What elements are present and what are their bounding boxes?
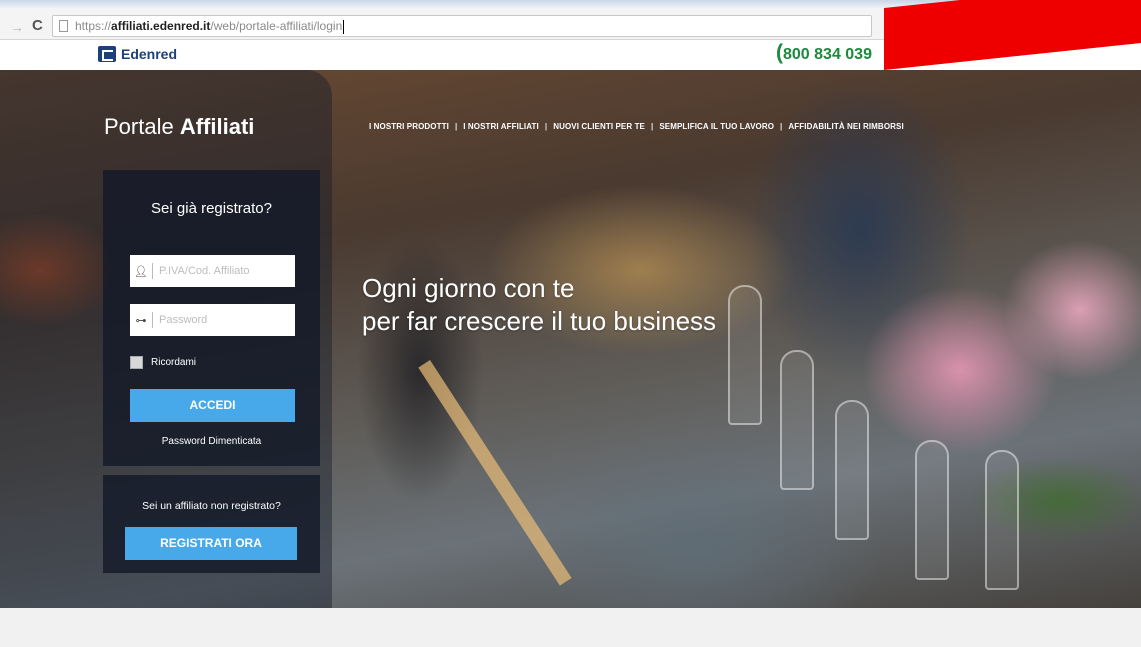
wine-glass-image (728, 285, 762, 425)
tagline-line-2: per far crescere il tuo business (362, 306, 717, 336)
page-icon (59, 20, 68, 32)
page: → C https://affiliati.edenred.it/web/por… (0, 0, 1141, 647)
login-button[interactable]: ACCEDI (130, 389, 295, 422)
username-field[interactable]: 👤︎ (130, 255, 295, 287)
password-input[interactable] (159, 314, 287, 326)
register-question: Sei un affiliato non registrato? (142, 500, 281, 512)
nav-separator: | (454, 122, 458, 131)
wine-glass-image (915, 440, 949, 580)
remember-checkbox[interactable] (130, 356, 143, 369)
phone-number: (800 834 039 (776, 41, 872, 64)
main-nav: I NOSTRI PRODOTTI | I NOSTRI AFFILIATI |… (369, 122, 904, 131)
login-panel: Sei già registrato? 👤︎ ⊶ Ricordami ACCED… (103, 170, 320, 466)
edenred-logo-icon (98, 46, 116, 62)
reload-icon[interactable]: C (32, 17, 43, 34)
tagline-line-1: Ogni giorno con te (362, 273, 575, 303)
user-icon: 👤︎ (134, 265, 148, 278)
login-title: Sei già registrato? (151, 200, 272, 217)
password-field[interactable]: ⊶ (130, 304, 295, 336)
register-button[interactable]: REGISTRATI ORA (125, 527, 297, 560)
wine-glass-image (780, 350, 814, 490)
phone-digits: 800 834 039 (783, 46, 872, 63)
footer-band (0, 608, 1141, 647)
brand-name: Edenred (121, 46, 178, 62)
nav-separator: | (780, 122, 783, 131)
register-panel: Sei un affiliato non registrato? REGISTR… (103, 475, 320, 573)
hero-banner: Portale Affiliati I NOSTRI PRODOTTI | I … (0, 70, 1141, 608)
address-bar[interactable]: https://affiliati.edenred.it/web/portale… (52, 15, 872, 37)
bar-counter-image (418, 360, 572, 586)
text-cursor (343, 19, 345, 34)
nav-link-affiliati[interactable]: I NOSTRI AFFILIATI (463, 122, 539, 131)
edenred-logo[interactable]: Edenred (98, 46, 177, 62)
wine-glass-image (985, 450, 1019, 590)
url-scheme: https:// (75, 19, 112, 33)
nav-link-semplifica[interactable]: SEMPLIFICA IL TUO LAVORO (659, 122, 774, 131)
forgot-password-link[interactable]: Password Dimenticata (103, 436, 320, 447)
hero-tagline: Ogni giorno con te per far crescere il t… (362, 272, 716, 338)
nav-link-nuovi-clienti[interactable]: NUOVI CLIENTI PER TE (553, 122, 645, 131)
field-divider (152, 312, 153, 328)
remember-me[interactable]: Ricordami (130, 356, 196, 369)
remember-label: Ricordami (151, 357, 197, 368)
nav-link-affidabilita[interactable]: AFFIDABILITÀ NEI RIMBORSI (788, 122, 903, 131)
nav-separator: | (651, 122, 654, 131)
wine-glass-image (835, 400, 869, 540)
forward-arrow-icon[interactable]: → (10, 19, 24, 35)
portal-title: Portale Affiliati (104, 114, 254, 140)
nav-link-prodotti[interactable]: I NOSTRI PRODOTTI (369, 122, 449, 131)
portal-title-light: Portale (104, 114, 180, 139)
portal-title-bold: Affiliati (179, 114, 255, 139)
key-icon: ⊶ (135, 314, 147, 327)
url-host: affiliati.edenred.it (111, 19, 211, 33)
field-divider (152, 263, 153, 279)
nav-separator: | (544, 122, 548, 131)
username-input[interactable] (159, 265, 287, 277)
url-path: /web/portale-affiliati/login (210, 19, 343, 33)
